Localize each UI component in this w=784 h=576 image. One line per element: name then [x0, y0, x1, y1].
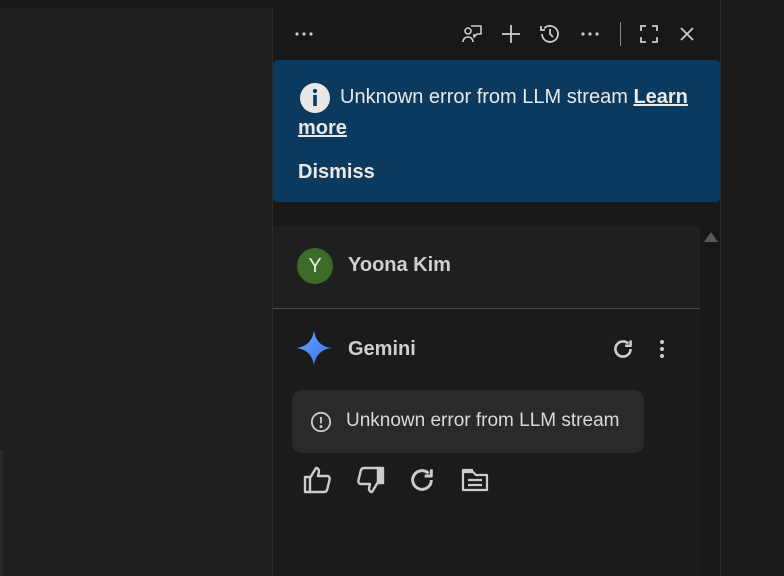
toolbar-separator [620, 22, 621, 46]
history-icon [540, 25, 559, 43]
gemini-chat-panel: Unknown error from LLM stream Learn more… [272, 8, 720, 576]
avatar: Y [297, 248, 333, 284]
fullscreen-button[interactable] [636, 21, 662, 47]
assistant-name: Gemini [348, 338, 416, 360]
panel-menu-button[interactable] [291, 21, 317, 47]
error-icon [310, 411, 332, 433]
banner-message-text: Unknown error from LLM stream [340, 86, 628, 108]
close-button[interactable] [674, 21, 700, 47]
copy-icon [461, 468, 489, 492]
thumbs-down-button[interactable] [353, 463, 387, 497]
error-card: Unknown error from LLM stream [292, 390, 644, 453]
user-name: Yoona Kim [348, 254, 451, 276]
assistant-response: Gemini Unknown error from LLM stream [273, 309, 700, 576]
regenerate-icon [411, 469, 433, 491]
feedback-button[interactable] [459, 21, 485, 47]
more-vertical-icon[interactable] [650, 336, 674, 362]
new-chat-button[interactable] [498, 21, 524, 47]
thumbs-down-icon [357, 466, 385, 494]
editor-top-strip [0, 0, 720, 8]
fullscreen-icon [640, 25, 658, 43]
more-horizontal-icon [295, 32, 313, 36]
editor-area [0, 8, 272, 576]
panel-toolbar [273, 8, 720, 60]
plus-icon [502, 25, 520, 43]
regenerate-button[interactable] [406, 463, 438, 497]
more-options-button[interactable] [577, 21, 603, 47]
banner-message: Unknown error from LLM stream Learn more [298, 82, 698, 144]
gemini-sparkle-icon [295, 329, 333, 367]
editor-edge [0, 450, 3, 576]
chat-feedback-icon [462, 25, 482, 43]
scroll-up-arrow[interactable] [704, 232, 718, 242]
refresh-icon[interactable] [610, 336, 636, 362]
user-message: Y Yoona Kim [273, 226, 700, 309]
error-message: Unknown error from LLM stream [346, 410, 620, 431]
copy-button[interactable] [458, 463, 492, 497]
dismiss-button[interactable]: Dismiss [298, 161, 375, 184]
more-horizontal-icon [581, 32, 599, 36]
close-icon [680, 27, 694, 41]
right-gutter [720, 0, 784, 576]
thumbs-up-icon [303, 466, 331, 494]
thumbs-up-button[interactable] [301, 463, 335, 497]
history-button[interactable] [537, 21, 563, 47]
error-banner: Unknown error from LLM stream Learn more… [273, 60, 720, 202]
